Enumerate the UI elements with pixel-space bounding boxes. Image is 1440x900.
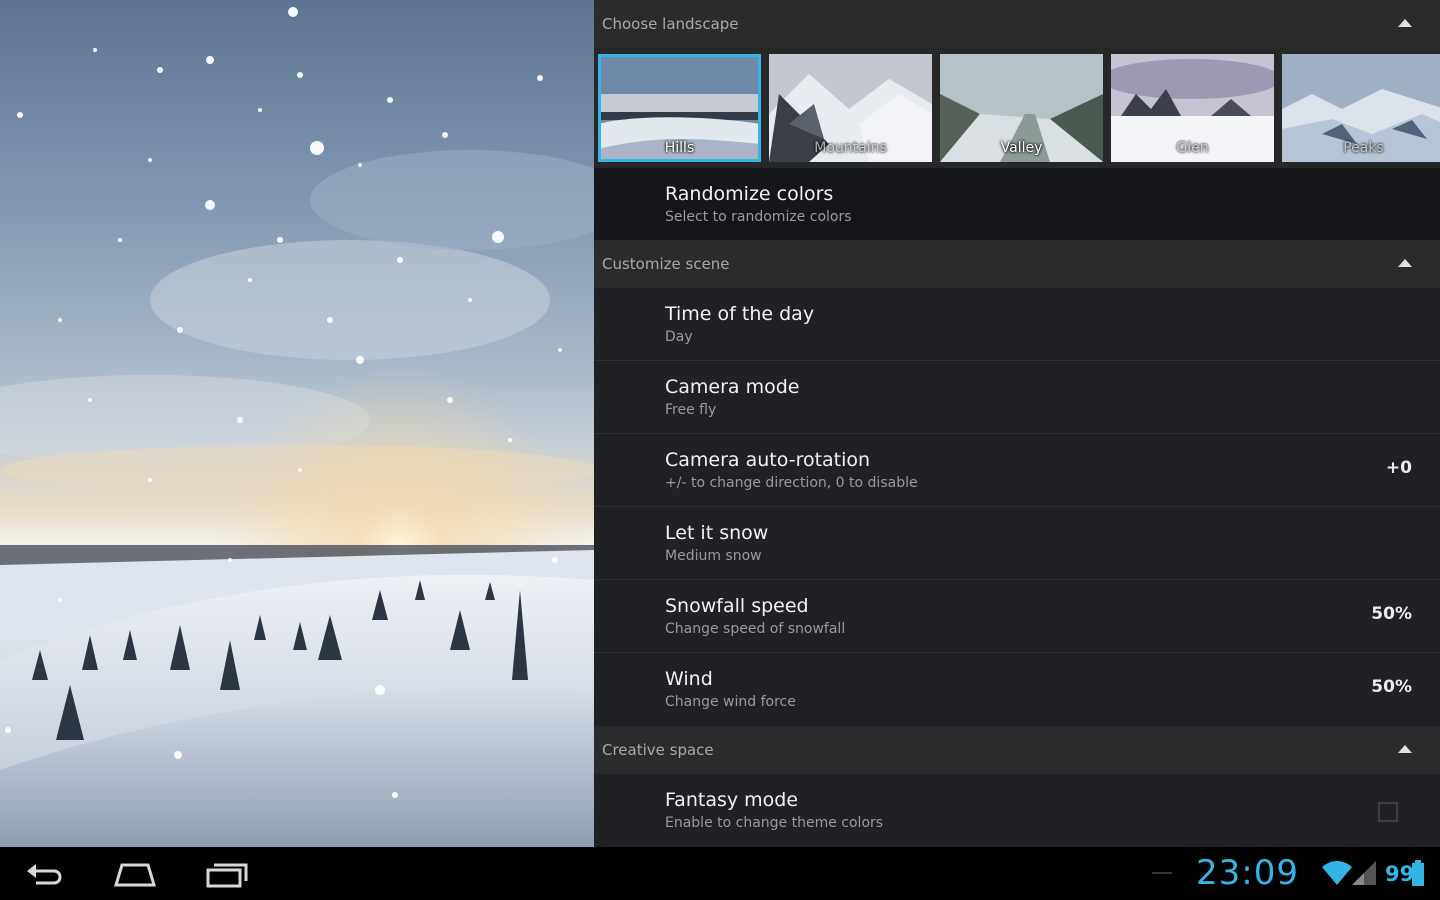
setting-subtitle: Free fly xyxy=(665,402,717,418)
setting-title: Fantasy mode xyxy=(665,789,799,811)
fantasy-mode-checkbox[interactable] xyxy=(1378,802,1398,822)
setting-fantasy-mode[interactable]: Fantasy mode Enable to change theme colo… xyxy=(594,774,1440,847)
thumbnail-label: Mountains xyxy=(814,140,887,156)
battery-percentage: 99 xyxy=(1385,862,1415,886)
collapse-arrow-icon[interactable] xyxy=(1398,18,1412,28)
setting-time-of-day[interactable]: Time of the day Day xyxy=(594,288,1440,361)
setting-value: 50% xyxy=(1371,677,1412,697)
setting-value: 50% xyxy=(1371,604,1412,624)
collapse-arrow-icon[interactable] xyxy=(1398,744,1412,754)
setting-let-it-snow[interactable]: Let it snow Medium snow xyxy=(594,507,1440,580)
settings-panel: Choose landscape Hills Mountains Valley … xyxy=(594,0,1440,847)
thumbnail-hills[interactable]: Hills xyxy=(598,54,761,162)
recent-apps-icon[interactable] xyxy=(204,859,250,889)
wifi-icon xyxy=(1322,861,1352,885)
notification-dash-icon xyxy=(1152,872,1172,874)
setting-wind[interactable]: Wind Change wind force 50% xyxy=(594,653,1440,726)
setting-subtitle: Change wind force xyxy=(665,694,796,710)
section-title-customize: Customize scene xyxy=(602,255,730,273)
signal-icon xyxy=(1352,861,1376,885)
setting-camera-mode[interactable]: Camera mode Free fly xyxy=(594,361,1440,434)
randomize-colors-subtitle: Select to randomize colors xyxy=(665,209,852,225)
thumbnail-mountains[interactable]: Mountains xyxy=(769,54,932,162)
section-header-customize[interactable]: Customize scene xyxy=(594,240,1440,288)
setting-title: Camera auto-rotation xyxy=(665,449,871,471)
setting-title: Time of the day xyxy=(665,303,815,325)
back-icon[interactable] xyxy=(24,859,68,889)
randomize-colors-title: Randomize colors xyxy=(665,183,834,205)
section-header-landscape[interactable]: Choose landscape xyxy=(594,0,1440,48)
setting-subtitle: +/- to change direction, 0 to disable xyxy=(665,475,918,491)
setting-subtitle: Day xyxy=(665,329,693,345)
landscape-thumbnails: Hills Mountains Valley Glen Peaks xyxy=(594,48,1440,168)
clock: 23:09 xyxy=(1196,853,1299,893)
section-header-creative[interactable]: Creative space xyxy=(594,726,1440,774)
setting-title: Let it snow xyxy=(665,522,769,544)
snow-landscape-image xyxy=(0,7,594,847)
randomize-colors-item[interactable]: Randomize colors Select to randomize col… xyxy=(594,168,1440,240)
thumbnail-label: Glen xyxy=(1176,140,1209,156)
wallpaper-preview xyxy=(0,0,594,847)
thumbnail-label: Valley xyxy=(1000,140,1043,156)
setting-title: Wind xyxy=(665,668,713,690)
setting-camera-auto-rotation[interactable]: Camera auto-rotation +/- to change direc… xyxy=(594,434,1440,507)
setting-title: Camera mode xyxy=(665,376,800,398)
thumbnail-valley[interactable]: Valley xyxy=(940,54,1103,162)
section-title-creative: Creative space xyxy=(602,741,714,759)
setting-subtitle: Medium snow xyxy=(665,548,762,564)
setting-subtitle: Change speed of snowfall xyxy=(665,621,846,637)
setting-subtitle: Enable to change theme colors xyxy=(665,815,884,831)
setting-snowfall-speed[interactable]: Snowfall speed Change speed of snowfall … xyxy=(594,580,1440,653)
section-title-landscape: Choose landscape xyxy=(602,15,739,33)
thumbnail-glen[interactable]: Glen xyxy=(1111,54,1274,162)
thumbnail-label: Hills xyxy=(664,140,695,156)
collapse-arrow-icon[interactable] xyxy=(1398,258,1412,268)
home-icon[interactable] xyxy=(112,859,158,889)
setting-title: Snowfall speed xyxy=(665,595,809,617)
setting-value: +0 xyxy=(1385,458,1412,478)
thumbnail-peaks[interactable]: Peaks xyxy=(1282,54,1440,162)
thumbnail-label: Peaks xyxy=(1343,140,1384,156)
